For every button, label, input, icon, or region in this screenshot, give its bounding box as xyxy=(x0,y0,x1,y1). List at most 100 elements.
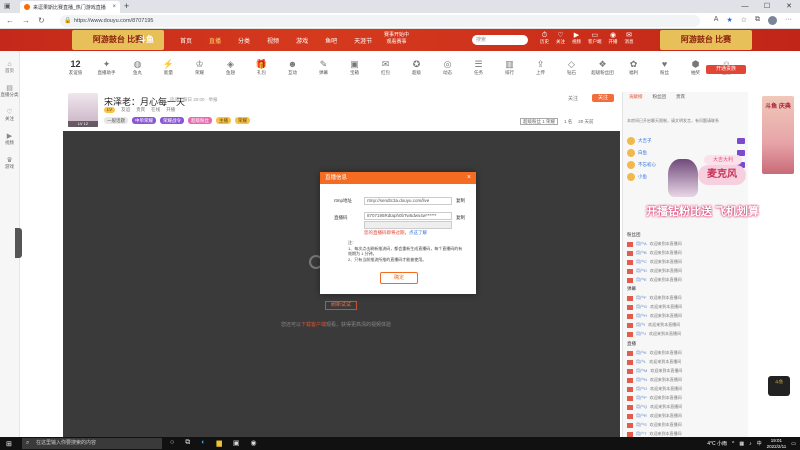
copy-rtmp-button[interactable]: 复制 xyxy=(456,198,465,204)
windows-start-icon[interactable]: ⊞ xyxy=(6,440,12,448)
header-banner-right[interactable]: 阿游鼓台 比赛 xyxy=(660,30,752,50)
header-history[interactable]: ⏱ 历史 xyxy=(540,32,549,45)
retry-button[interactable]: 刷新试试 xyxy=(325,301,357,310)
sidebar-item-game[interactable]: ♛ 游戏 xyxy=(0,156,19,170)
chat-user[interactable]: 用户M xyxy=(636,368,647,374)
back-icon[interactable]: ← xyxy=(6,16,14,25)
browser-tab[interactable]: 来逗果斯比赛直播_热门游戏直播 × xyxy=(20,1,120,13)
new-tab-button[interactable]: + xyxy=(124,1,129,11)
chat-user[interactable]: 用户D xyxy=(636,268,647,274)
sidebar-item-home[interactable]: ⌂ 首页 xyxy=(0,61,19,74)
friend-value[interactable]: 12 友谊值 xyxy=(60,58,91,86)
tab-contribution[interactable]: 贡献榜 xyxy=(629,92,643,102)
profile-avatar[interactable] xyxy=(768,16,777,25)
download-client-link[interactable]: 下载客户端 xyxy=(301,322,326,328)
collections-icon[interactable]: ☆ xyxy=(741,16,747,25)
header-follow[interactable]: ♡ 关注 xyxy=(556,32,565,45)
func-item[interactable]: ▣ 宝箱 xyxy=(339,58,370,86)
minimize-button[interactable]: — xyxy=(734,0,756,13)
task-view-icon[interactable]: ⧉ xyxy=(185,439,190,447)
obs-icon[interactable]: ◉ xyxy=(250,439,256,447)
sidebar-item-category[interactable]: ▤ 直播分类 xyxy=(0,84,19,98)
network-icon[interactable]: ▦ xyxy=(739,441,744,447)
chat-user[interactable]: 用户P xyxy=(636,395,647,401)
follow-button[interactable]: 关注 xyxy=(592,94,614,102)
nav-game[interactable]: 游戏 xyxy=(296,36,308,45)
site-search-input[interactable]: 搜索 xyxy=(472,35,528,45)
header-promo[interactable]: 赛事开始中 观看赛事 xyxy=(384,32,409,46)
header-message[interactable]: ✉ 消息 xyxy=(625,32,634,45)
rank-row[interactable]: 大吉子 xyxy=(627,135,745,146)
tag[interactable]: 荣耀战令 xyxy=(160,117,184,124)
chat-user[interactable]: 用户Q xyxy=(636,404,647,410)
dialog-close-icon[interactable]: × xyxy=(467,172,471,184)
sidebar-collapse-handle[interactable] xyxy=(15,228,22,258)
func-item[interactable]: ⇪ 上传 xyxy=(525,58,556,86)
notification-icon[interactable]: ▭ xyxy=(791,441,796,447)
vip-button[interactable]: 开通贵族 xyxy=(706,65,746,74)
copy-key-button[interactable]: 复制 xyxy=(456,215,465,221)
chat-user[interactable]: 用户E xyxy=(636,277,647,283)
func-item[interactable]: ✉ 红包 xyxy=(370,58,401,86)
func-item[interactable]: ♔ 荣耀 xyxy=(184,58,215,86)
taskbar-search[interactable]: ⌕ 在这里输入你要搜索的内容 xyxy=(22,438,162,449)
cortana-icon[interactable]: ○ xyxy=(170,439,174,447)
func-item[interactable]: ⚡ 能量 xyxy=(153,58,184,86)
chat-user[interactable]: 用户B xyxy=(636,250,647,256)
rtmp-address-field[interactable]: rtmp://sendtc3a.douyu.com/live xyxy=(364,197,452,205)
sidebar-item-video[interactable]: ▶ 视频 xyxy=(0,132,19,146)
url-field[interactable]: 🔒 https://www.douyu.com/8707195 xyxy=(60,15,700,27)
nav-video[interactable]: 视频 xyxy=(267,36,279,45)
tag[interactable]: 一般话题 xyxy=(104,117,128,124)
func-item[interactable]: ▥ 排行 xyxy=(494,58,525,86)
streamer-avatar[interactable]: LV 12 xyxy=(68,93,98,127)
header-golive[interactable]: ◉ 开播 xyxy=(609,32,618,45)
chat-user[interactable]: 用户L xyxy=(636,359,646,365)
header-client[interactable]: ▭ 客户端 xyxy=(588,32,602,45)
chat-user[interactable]: 用户F xyxy=(636,295,646,301)
nav-category[interactable]: 分类 xyxy=(238,36,250,45)
chat-user[interactable]: 用户H xyxy=(636,313,647,319)
tag[interactable]: 超级粉丝 xyxy=(188,117,212,124)
func-item[interactable]: ◍ 鱼丸 xyxy=(122,58,153,86)
func-item[interactable]: ◈ 鱼翅 xyxy=(215,58,246,86)
func-item[interactable]: ❖ 超级粉丝团 xyxy=(587,58,618,86)
read-aloud-icon[interactable]: A xyxy=(714,16,719,25)
nav-live[interactable]: 直播 xyxy=(209,36,221,45)
nav-yuba[interactable]: 鱼吧 xyxy=(325,36,337,45)
func-item[interactable]: 🎁 礼包 xyxy=(246,58,277,86)
close-window-button[interactable]: ✕ xyxy=(778,0,800,13)
extensions-icon[interactable]: ⧉ xyxy=(755,16,760,25)
tab-close-icon[interactable]: × xyxy=(112,4,116,10)
weather-text[interactable]: 4°C 小雨 xyxy=(707,440,727,447)
rank-badge[interactable]: 超级粉丝 1 荣耀 xyxy=(520,118,559,125)
func-item[interactable]: ✎ 弹幕 xyxy=(308,58,339,86)
chat-user[interactable]: 用户O xyxy=(636,386,647,392)
tag[interactable]: 荣耀 xyxy=(235,117,250,124)
learn-more-link[interactable]: 点这了解 xyxy=(409,230,427,235)
app-icon[interactable]: ▣ xyxy=(233,439,240,447)
chat-user[interactable]: 用户I xyxy=(636,322,645,328)
tag[interactable]: 主播 xyxy=(216,117,231,124)
chat-user[interactable]: 用户S xyxy=(636,422,647,428)
clock[interactable]: 19:01 2022/2/11 xyxy=(767,438,787,449)
tab-vip[interactable]: 贵宾 xyxy=(676,92,685,102)
edge-icon[interactable]: ◐ xyxy=(201,439,205,447)
chat-user[interactable]: 用户J xyxy=(636,331,646,337)
tray-arrow-icon[interactable]: ^ xyxy=(732,441,734,447)
chat-user[interactable]: 用户G xyxy=(636,304,647,310)
chat-user[interactable]: 用户K xyxy=(636,350,647,356)
chat-user[interactable]: 用户N xyxy=(636,377,647,383)
volume-icon[interactable]: ♪ xyxy=(749,441,752,447)
maximize-button[interactable]: ☐ xyxy=(756,0,778,13)
chat-user[interactable]: 用户A xyxy=(636,241,647,247)
func-item[interactable]: ✿ 福利 xyxy=(618,58,649,86)
func-item[interactable]: ✪ 超级 xyxy=(401,58,432,86)
nav-home[interactable]: 首页 xyxy=(180,36,192,45)
chat-user[interactable]: 用户C xyxy=(636,259,647,265)
forward-icon[interactable]: → xyxy=(22,16,30,25)
tab-actions-icon[interactable]: ▣ xyxy=(4,2,11,10)
favorite-star-icon[interactable]: ★ xyxy=(726,16,732,25)
func-item[interactable]: ☻ 互动 xyxy=(277,58,308,86)
nav-festival[interactable]: 天涯节 xyxy=(354,36,372,45)
